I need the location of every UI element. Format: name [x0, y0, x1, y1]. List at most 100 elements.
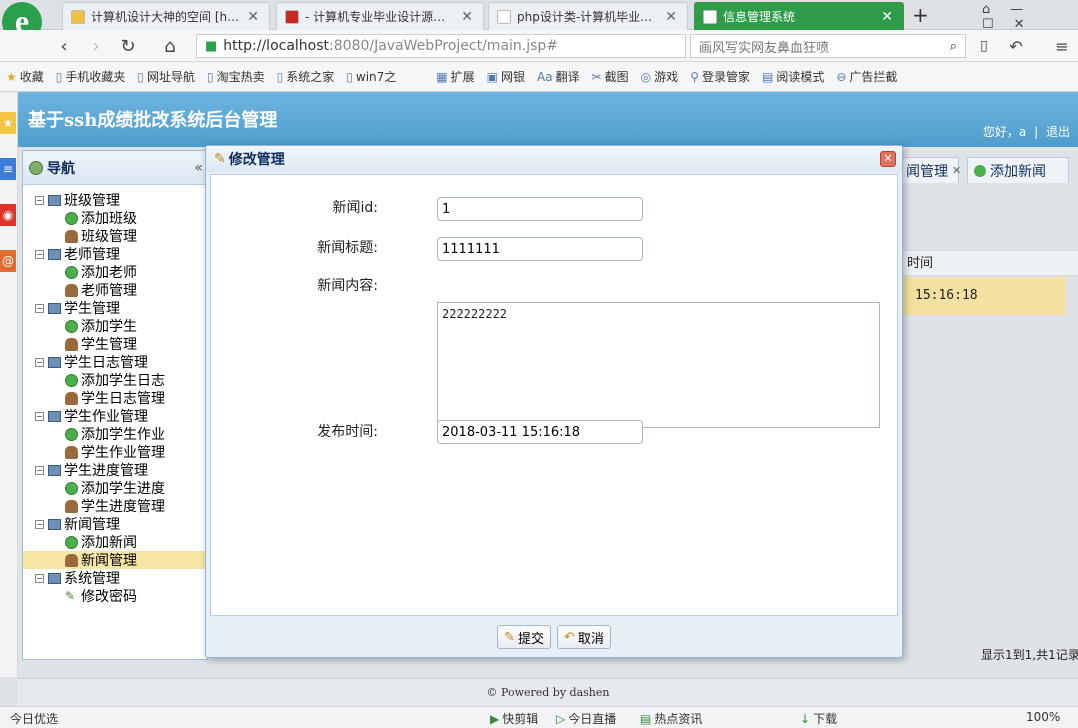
close-icon[interactable]: ✕ — [952, 164, 961, 177]
browser-tab[interactable]: 计算机设计大神的空间 [http ✕ — [62, 2, 270, 30]
bookmark-item[interactable]: ▯ 系统之家 — [277, 68, 335, 85]
tree-group[interactable]: − 新闻管理 — [23, 515, 207, 533]
tree-group[interactable]: − 系统管理 — [23, 569, 207, 587]
collapse-icon[interactable]: − — [35, 573, 44, 583]
address-bar[interactable]: ■ http://localhost:8080/JavaWebProject/m… — [196, 34, 686, 58]
user-icon — [65, 499, 78, 513]
status-item[interactable]: ▷ 今日直播 — [556, 710, 616, 727]
back-icon[interactable]: ‹ — [52, 34, 76, 58]
computer-icon — [48, 464, 61, 476]
toolbar-item[interactable]: ⚲ 登录管家 — [690, 68, 750, 85]
browser-tab[interactable]: - 计算机专业毕业设计源码网 ✕ — [276, 2, 484, 30]
star-icon[interactable]: ★ — [0, 112, 16, 134]
tree-group[interactable]: − 学生作业管理 — [23, 407, 207, 425]
collapse-icon[interactable]: − — [35, 519, 44, 529]
browser-tab[interactable]: 信息管理系统 ✕ — [694, 2, 904, 30]
undo-icon[interactable]: ↶ — [1004, 34, 1028, 58]
forward-icon[interactable]: › — [84, 34, 108, 58]
bookmark-item[interactable]: ▯ 网址导航 — [137, 68, 195, 85]
collapse-icon[interactable]: − — [35, 411, 44, 421]
window-controls[interactable]: ⌂—☐✕ — [982, 2, 1078, 32]
sidebar-item[interactable]: 添加学生作业 — [23, 425, 207, 443]
tree-group[interactable]: − 学生进度管理 — [23, 461, 207, 479]
sidebar-item[interactable]: 学生作业管理 — [23, 443, 207, 461]
add-icon — [65, 373, 78, 387]
toolbar-item[interactable]: ⊖ 广告拦截 — [836, 68, 897, 85]
close-icon[interactable]: ✕ — [881, 9, 893, 25]
tab-news-manage[interactable]: 闻管理 ✕ — [899, 157, 961, 183]
status-left[interactable]: 今日优选 — [10, 710, 58, 727]
list-icon[interactable]: ≡ — [0, 158, 16, 180]
mail-icon[interactable]: @ — [0, 250, 16, 272]
browser-tab[interactable]: php设计类-计算机毕业设计 ✕ — [488, 2, 688, 30]
submit-button[interactable]: ✎ 提交 — [497, 625, 551, 649]
toolbar-item[interactable]: ▣ 网银 — [487, 68, 525, 85]
search-box[interactable]: 画风写实网友鼻血狂喷 ⌕ — [690, 34, 966, 58]
nav-header: 导航 « — [23, 151, 207, 185]
bookmark-item[interactable]: ▯ 淘宝热卖 — [207, 68, 265, 85]
status-item[interactable]: ▶ 快剪辑 — [490, 710, 538, 727]
toolbar-item[interactable]: Aa 翻译 — [537, 68, 580, 85]
toolbar-item[interactable]: ✂ 截图 — [592, 68, 629, 85]
toolbar-item[interactable]: ◎ 游戏 — [641, 68, 679, 85]
url-path: :8080/JavaWebProject/main.jsp# — [329, 38, 559, 54]
news-content-textarea[interactable]: 222222222 — [437, 302, 880, 428]
table-row[interactable]: 15:16:18 — [903, 277, 1066, 315]
collapse-icon[interactable]: − — [35, 249, 44, 259]
tree-group[interactable]: − 老师管理 — [23, 245, 207, 263]
nav-collapse-icon[interactable]: « — [194, 160, 203, 176]
sidebar-item[interactable]: 老师管理 — [23, 281, 207, 299]
sidebar-item[interactable]: 学生日志管理 — [23, 389, 207, 407]
collapse-icon[interactable]: − — [35, 195, 44, 205]
collapse-icon[interactable]: − — [35, 357, 44, 367]
close-icon[interactable]: ✕ — [665, 9, 677, 25]
bookmark-item[interactable]: ▯ 手机收藏夹 — [56, 68, 126, 85]
sidebar-item[interactable]: ✎ 修改密码 — [23, 587, 207, 605]
dialog-header: ✎ 修改管理 — [206, 146, 902, 172]
tab-add-news[interactable]: 添加新闻 — [967, 157, 1069, 183]
bookmark-item[interactable]: ★ 收藏 — [6, 68, 44, 85]
status-item[interactable]: ↓ 下载 — [800, 710, 837, 727]
toolbar-item[interactable]: ▤ 阅读模式 — [762, 68, 824, 85]
logout-link[interactable]: 退出 — [1046, 125, 1070, 139]
sidebar-item[interactable]: 添加老师 — [23, 263, 207, 281]
sidebar-item[interactable]: 添加学生 — [23, 317, 207, 335]
toolbar-icon: ⊖ — [836, 69, 847, 84]
sidebar-item[interactable]: 班级管理 — [23, 227, 207, 245]
cancel-button[interactable]: ↶ 取消 — [557, 625, 611, 649]
sidebar-item[interactable]: 添加新闻 — [23, 533, 207, 551]
news-title-input[interactable]: 1111111 — [437, 237, 643, 261]
sidebar-item[interactable]: 添加班级 — [23, 209, 207, 227]
tree-group[interactable]: − 班级管理 — [23, 191, 207, 209]
close-icon[interactable]: ✕ — [461, 9, 473, 25]
status-item[interactable]: ▤ 热点资讯 — [640, 710, 702, 727]
reader-icon[interactable]: ▯ — [972, 34, 996, 58]
sidebar-item[interactable]: 新闻管理 — [23, 551, 207, 569]
tree-group[interactable]: − 学生管理 — [23, 299, 207, 317]
collapse-icon[interactable]: − — [35, 303, 44, 313]
collapse-icon[interactable]: − — [35, 465, 44, 475]
sidebar-item[interactable]: 添加学生进度 — [23, 479, 207, 497]
edit-icon: ✎ — [214, 151, 226, 167]
refresh-icon[interactable]: ↻ — [116, 34, 140, 58]
menu-icon[interactable]: ≡ — [1050, 34, 1074, 58]
toolbar-item[interactable]: ▦ 扩展 — [436, 68, 474, 85]
status-item[interactable]: 100% — [1026, 710, 1060, 724]
sidebar-item[interactable]: 添加学生日志 — [23, 371, 207, 389]
sidebar-item[interactable]: 学生进度管理 — [23, 497, 207, 515]
news-id-input[interactable]: 1 — [437, 197, 643, 221]
sidebar-item[interactable]: 学生管理 — [23, 335, 207, 353]
search-icon[interactable]: ⌕ — [950, 39, 957, 54]
publish-time-input[interactable]: 2018-03-11 15:16:18 — [437, 420, 643, 444]
bookmarks-bar: ★ 收藏 ▯ 手机收藏夹 ▯ 网址导航 ▯ 淘宝热卖 ▯ 系统之家 ▯ win7之 ▦ 扩展 ▣ 网银 Aa 翻译… — [0, 62, 1078, 92]
new-tab-button[interactable]: + — [912, 3, 929, 27]
tree-group[interactable]: − 学生日志管理 — [23, 353, 207, 371]
close-icon[interactable]: ✕ — [247, 9, 259, 25]
tab-favicon-icon — [703, 9, 717, 24]
close-icon[interactable]: ✕ — [880, 151, 896, 167]
computer-icon — [48, 302, 61, 314]
weibo-icon[interactable]: ◉ — [0, 204, 16, 226]
bookmark-item[interactable]: ▯ win7之 — [346, 68, 396, 85]
tab-title: php设计类-计算机毕业设计 — [517, 10, 660, 24]
home-icon[interactable]: ⌂ — [158, 34, 182, 58]
